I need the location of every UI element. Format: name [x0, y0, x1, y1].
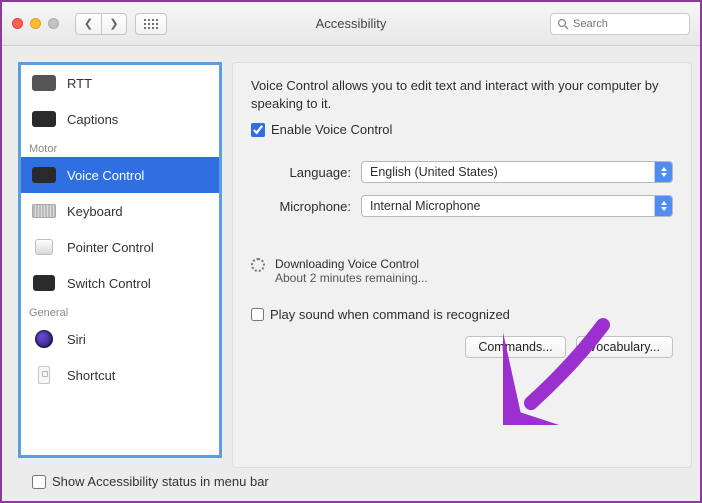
nav-buttons: ❮ ❯ [75, 13, 127, 35]
back-button[interactable]: ❮ [75, 13, 101, 35]
sidebar-item-keyboard[interactable]: Keyboard [21, 193, 219, 229]
footer-row: Show Accessibility status in menu bar [2, 474, 700, 501]
enable-voice-control-checkbox[interactable] [251, 123, 265, 137]
intro-text: Voice Control allows you to edit text an… [251, 77, 673, 112]
play-sound-checkbox[interactable] [251, 308, 264, 321]
grid-icon [144, 19, 158, 29]
commands-button[interactable]: Commands... [465, 336, 565, 358]
minimize-icon[interactable] [30, 18, 41, 29]
sidebar-item-label: Shortcut [67, 368, 115, 383]
language-label: Language: [251, 165, 351, 180]
search-icon [557, 18, 569, 30]
sidebar-item-rtt[interactable]: RTT [21, 65, 219, 101]
play-sound-label: Play sound when command is recognized [270, 307, 510, 322]
show-status-label: Show Accessibility status in menu bar [52, 474, 269, 489]
sidebar-category-general: General [21, 301, 219, 321]
play-sound-row: Play sound when command is recognized [251, 307, 673, 322]
sidebar-item-label: Pointer Control [67, 240, 154, 255]
close-icon[interactable] [12, 18, 23, 29]
annotation-arrow-icon [503, 315, 613, 425]
voice-control-icon [31, 166, 57, 184]
shortcut-icon [31, 366, 57, 384]
search-input[interactable] [573, 18, 683, 30]
sidebar-item-switch-control[interactable]: Switch Control [21, 265, 219, 301]
sidebar-item-label: Captions [67, 112, 118, 127]
microphone-label: Microphone: [251, 199, 351, 214]
language-value: English (United States) [370, 165, 498, 179]
forward-button[interactable]: ❯ [101, 13, 127, 35]
sidebar-item-captions[interactable]: Captions [21, 101, 219, 137]
download-status-text: Downloading Voice Control [275, 257, 428, 271]
show-status-checkbox[interactable] [32, 475, 46, 489]
sidebar-item-label: Siri [67, 332, 86, 347]
pointer-icon [31, 238, 57, 256]
sidebar-item-voice-control[interactable]: Voice Control [21, 157, 219, 193]
enable-voice-control-label: Enable Voice Control [271, 122, 392, 137]
download-substatus-text: About 2 minutes remaining... [275, 271, 428, 285]
chevron-updown-icon [654, 162, 672, 182]
show-all-button[interactable] [135, 13, 167, 35]
vocabulary-button[interactable]: Vocabulary... [576, 336, 673, 358]
sidebar-category-motor: Motor [21, 137, 219, 157]
sidebar-item-pointer-control[interactable]: Pointer Control [21, 229, 219, 265]
zoom-icon[interactable] [48, 18, 59, 29]
sidebar-item-label: Voice Control [67, 168, 144, 183]
sidebar-item-label: Switch Control [67, 276, 151, 291]
sidebar-item-label: RTT [67, 76, 92, 91]
enable-voice-control-row: Enable Voice Control [251, 122, 673, 137]
microphone-select[interactable]: Internal Microphone [361, 195, 673, 217]
window-controls [12, 18, 59, 29]
sidebar-item-label: Keyboard [67, 204, 123, 219]
captions-icon [31, 110, 57, 128]
spinner-icon [251, 258, 265, 272]
system-preferences-window: ❮ ❯ Accessibility RTT [2, 2, 700, 501]
chevron-updown-icon [654, 196, 672, 216]
main-panel: Voice Control allows you to edit text an… [232, 62, 692, 468]
content-area: RTT Captions Motor Voice Control Keyboar… [2, 46, 700, 474]
siri-icon [31, 330, 57, 348]
rtt-icon [31, 74, 57, 92]
titlebar: ❮ ❯ Accessibility [2, 2, 700, 46]
download-status: Downloading Voice Control About 2 minute… [251, 257, 673, 285]
sidebar: RTT Captions Motor Voice Control Keyboar… [18, 62, 222, 458]
switch-icon [31, 274, 57, 292]
language-select[interactable]: English (United States) [361, 161, 673, 183]
search-field[interactable] [550, 13, 690, 35]
sidebar-item-siri[interactable]: Siri [21, 321, 219, 357]
microphone-value: Internal Microphone [370, 199, 480, 213]
keyboard-icon [31, 202, 57, 220]
sidebar-item-shortcut[interactable]: Shortcut [21, 357, 219, 393]
